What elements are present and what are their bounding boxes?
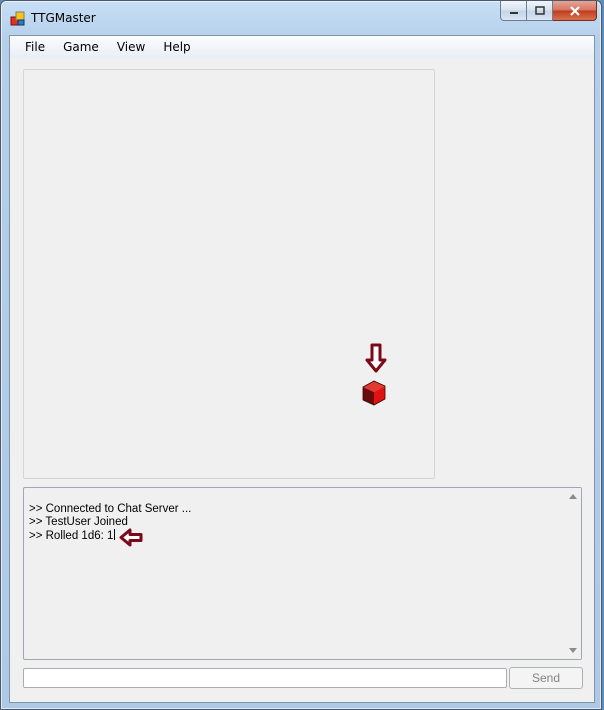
window-controls <box>500 1 597 21</box>
minimize-button[interactable] <box>500 1 527 21</box>
maximize-button[interactable] <box>527 1 553 21</box>
scroll-down-icon <box>568 648 577 653</box>
menu-help[interactable]: Help <box>154 36 199 58</box>
chat-line-text: >> Rolled 1d6: 1 <box>29 530 114 542</box>
client-area: File Game View Help >> Connected to Chat… <box>9 35 595 703</box>
chat-log[interactable]: >> Connected to Chat Server ... >> TestU… <box>23 487 582 660</box>
maximize-icon <box>534 6 545 15</box>
scroll-up-button[interactable] <box>564 488 581 505</box>
send-button[interactable]: Send <box>509 667 583 689</box>
menu-view[interactable]: View <box>108 36 154 58</box>
close-button[interactable] <box>553 1 597 21</box>
chat-line: >> Connected to Chat Server ... <box>29 503 192 515</box>
chat-message-input[interactable] <box>23 668 507 688</box>
menu-bar: File Game View Help <box>10 36 594 58</box>
chat-line: >> TestUser Joined <box>29 516 128 528</box>
menu-game[interactable]: Game <box>54 36 108 58</box>
app-icon[interactable] <box>10 11 26 27</box>
game-board-panel[interactable] <box>23 69 435 479</box>
red-cube-die-icon[interactable] <box>359 378 389 408</box>
window-title: TTGMaster <box>31 11 96 25</box>
app-window: TTGMaster File Game View Help >> Connect… <box>0 0 602 710</box>
left-arrow-icon <box>119 528 143 547</box>
title-bar[interactable]: TTGMaster <box>1 1 601 35</box>
down-arrow-icon <box>365 343 387 373</box>
text-caret <box>114 529 116 540</box>
minimize-icon <box>509 11 518 14</box>
scroll-up-icon <box>568 494 577 499</box>
chat-scrollbar[interactable] <box>564 488 581 659</box>
chat-lines: >> Connected to Chat Server ... >> TestU… <box>29 503 191 542</box>
chat-line-last: >> Rolled 1d6: 1 <box>29 529 191 542</box>
menu-file[interactable]: File <box>16 36 54 58</box>
scroll-down-button[interactable] <box>564 642 581 659</box>
close-icon <box>569 5 580 16</box>
